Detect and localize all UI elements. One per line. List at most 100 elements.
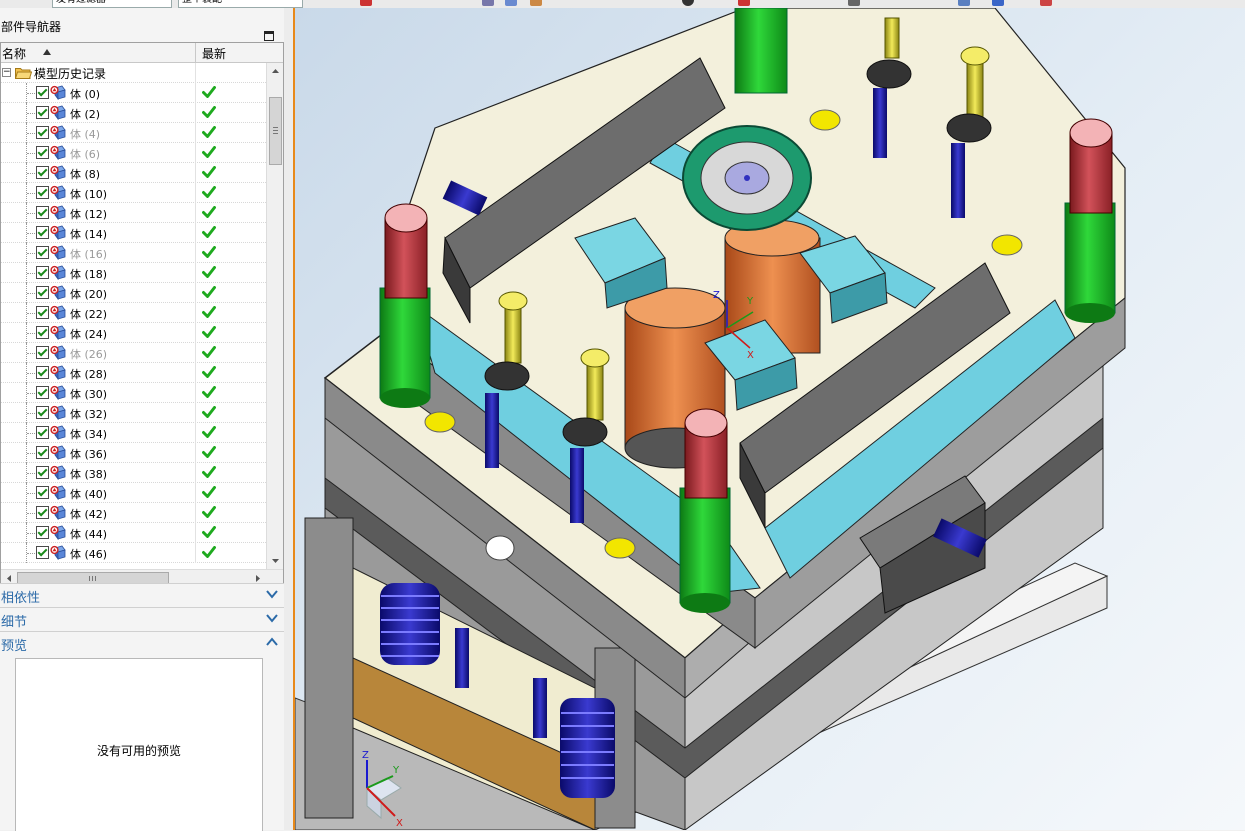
shade-icon[interactable]: [958, 0, 970, 6]
tree-branch: [27, 553, 35, 554]
tree-item[interactable]: 体 (44): [1, 523, 266, 543]
cube-icon[interactable]: [505, 0, 517, 6]
row-divider: [195, 123, 196, 143]
chevron-down-icon[interactable]: [266, 613, 278, 623]
select-icon[interactable]: [530, 0, 542, 6]
tree-item[interactable]: 体 (26): [1, 343, 266, 363]
visibility-checkbox[interactable]: [36, 226, 49, 239]
tree-item[interactable]: 体 (34): [1, 423, 266, 443]
triad-y-label: Y: [392, 765, 400, 776]
solid-body-icon: [50, 105, 66, 120]
tree-vertical-scrollbar[interactable]: [266, 63, 284, 569]
tree-item[interactable]: 体 (30): [1, 383, 266, 403]
up-to-date-check-icon: [202, 466, 216, 478]
solid-body-icon: [50, 225, 66, 240]
sort-ascending-icon: [43, 49, 51, 55]
tree-item[interactable]: 体 (0): [1, 83, 266, 103]
tree-item[interactable]: 体 (28): [1, 363, 266, 383]
tree-branch: [27, 93, 35, 94]
circle-icon[interactable]: [682, 0, 694, 6]
tree-branch: [27, 313, 35, 314]
visibility-checkbox[interactable]: [36, 326, 49, 339]
row-divider: [195, 163, 196, 183]
visibility-checkbox[interactable]: [36, 466, 49, 479]
scroll-thumb[interactable]: [269, 97, 282, 165]
scroll-up-arrow-icon[interactable]: [267, 63, 284, 79]
visibility-checkbox[interactable]: [36, 546, 49, 559]
graphics-viewport[interactable]: Z Y X Z Y X: [293, 8, 1245, 830]
visibility-checkbox[interactable]: [36, 406, 49, 419]
visibility-checkbox[interactable]: [36, 506, 49, 519]
visibility-checkbox[interactable]: [36, 266, 49, 279]
visibility-checkbox[interactable]: [36, 486, 49, 499]
tree-item[interactable]: 体 (8): [1, 163, 266, 183]
tree-item[interactable]: 体 (38): [1, 463, 266, 483]
section-preview[interactable]: 预览: [0, 631, 284, 654]
column-name-header[interactable]: 名称: [2, 45, 26, 62]
tree-item[interactable]: 体 (24): [1, 323, 266, 343]
tree-item[interactable]: 体 (10): [1, 183, 266, 203]
restore-window-button[interactable]: [264, 31, 274, 41]
visibility-checkbox[interactable]: [36, 386, 49, 399]
tree-item[interactable]: 体 (12): [1, 203, 266, 223]
folder-open-icon: [15, 68, 32, 79]
mold-assembly-model[interactable]: Z Y X Z Y X: [295, 8, 1245, 830]
assembly-scope-select[interactable]: 整个装配: [178, 0, 303, 8]
tree-item-label: 体 (32): [70, 408, 108, 421]
tree-item[interactable]: 体 (6): [1, 143, 266, 163]
chevron-up-icon[interactable]: [266, 637, 278, 647]
filter-select[interactable]: 发有过滤器: [52, 0, 172, 8]
visibility-checkbox[interactable]: [36, 86, 49, 99]
tree-item[interactable]: 体 (14): [1, 223, 266, 243]
row-divider: [195, 363, 196, 383]
visibility-checkbox[interactable]: [36, 146, 49, 159]
visibility-checkbox[interactable]: [36, 246, 49, 259]
column-latest-header[interactable]: 最新: [202, 45, 226, 62]
visibility-checkbox[interactable]: [36, 126, 49, 139]
tree-branch: [27, 253, 35, 254]
panel-splitter[interactable]: [284, 8, 293, 830]
layer-icon[interactable]: [992, 0, 1004, 6]
tree-item[interactable]: 体 (40): [1, 483, 266, 503]
point-icon[interactable]: [738, 0, 750, 6]
visibility-checkbox[interactable]: [36, 166, 49, 179]
tree-item[interactable]: 体 (42): [1, 503, 266, 523]
visibility-checkbox[interactable]: [36, 306, 49, 319]
tree-item[interactable]: 体 (4): [1, 123, 266, 143]
chevron-down-icon[interactable]: [266, 589, 278, 599]
tree-item-label: 体 (26): [70, 348, 108, 361]
section-dependency[interactable]: 相依性: [0, 583, 284, 606]
visibility-checkbox[interactable]: [36, 106, 49, 119]
tree-branch: [27, 153, 35, 154]
view-icon[interactable]: [482, 0, 494, 6]
row-divider: [195, 303, 196, 323]
tree-item[interactable]: 体 (22): [1, 303, 266, 323]
visibility-checkbox[interactable]: [36, 206, 49, 219]
tree-item[interactable]: 体 (36): [1, 443, 266, 463]
section-details[interactable]: 细节: [0, 607, 284, 630]
row-divider: [195, 443, 196, 463]
tree-item[interactable]: 体 (2): [1, 103, 266, 123]
visibility-checkbox[interactable]: [36, 446, 49, 459]
tree-item[interactable]: 体 (18): [1, 263, 266, 283]
tree-branch: [27, 493, 35, 494]
tree-root-model-history[interactable]: − 模型历史记录: [1, 63, 266, 83]
tree-item[interactable]: 体 (16): [1, 243, 266, 263]
collapse-icon[interactable]: −: [2, 68, 11, 77]
tree-item[interactable]: 体 (32): [1, 403, 266, 423]
visibility-checkbox[interactable]: [36, 366, 49, 379]
visibility-checkbox[interactable]: [36, 346, 49, 359]
tree-item[interactable]: 体 (46): [1, 543, 266, 563]
visibility-checkbox[interactable]: [36, 186, 49, 199]
render-icon[interactable]: [848, 0, 860, 6]
snap-icon[interactable]: [360, 0, 372, 6]
csys-x-label: X: [747, 350, 754, 361]
tree-branch: [27, 293, 35, 294]
tree-item[interactable]: 体 (20): [1, 283, 266, 303]
model-tree[interactable]: 名称 最新 − 模型历史记录 体 (0) 体 (2) 体 (4) 体 (6) 体 (8)…: [0, 42, 284, 588]
visibility-checkbox[interactable]: [36, 526, 49, 539]
visibility-checkbox[interactable]: [36, 426, 49, 439]
scroll-down-arrow-icon[interactable]: [267, 553, 284, 569]
arrow-icon[interactable]: [1040, 0, 1052, 6]
visibility-checkbox[interactable]: [36, 286, 49, 299]
